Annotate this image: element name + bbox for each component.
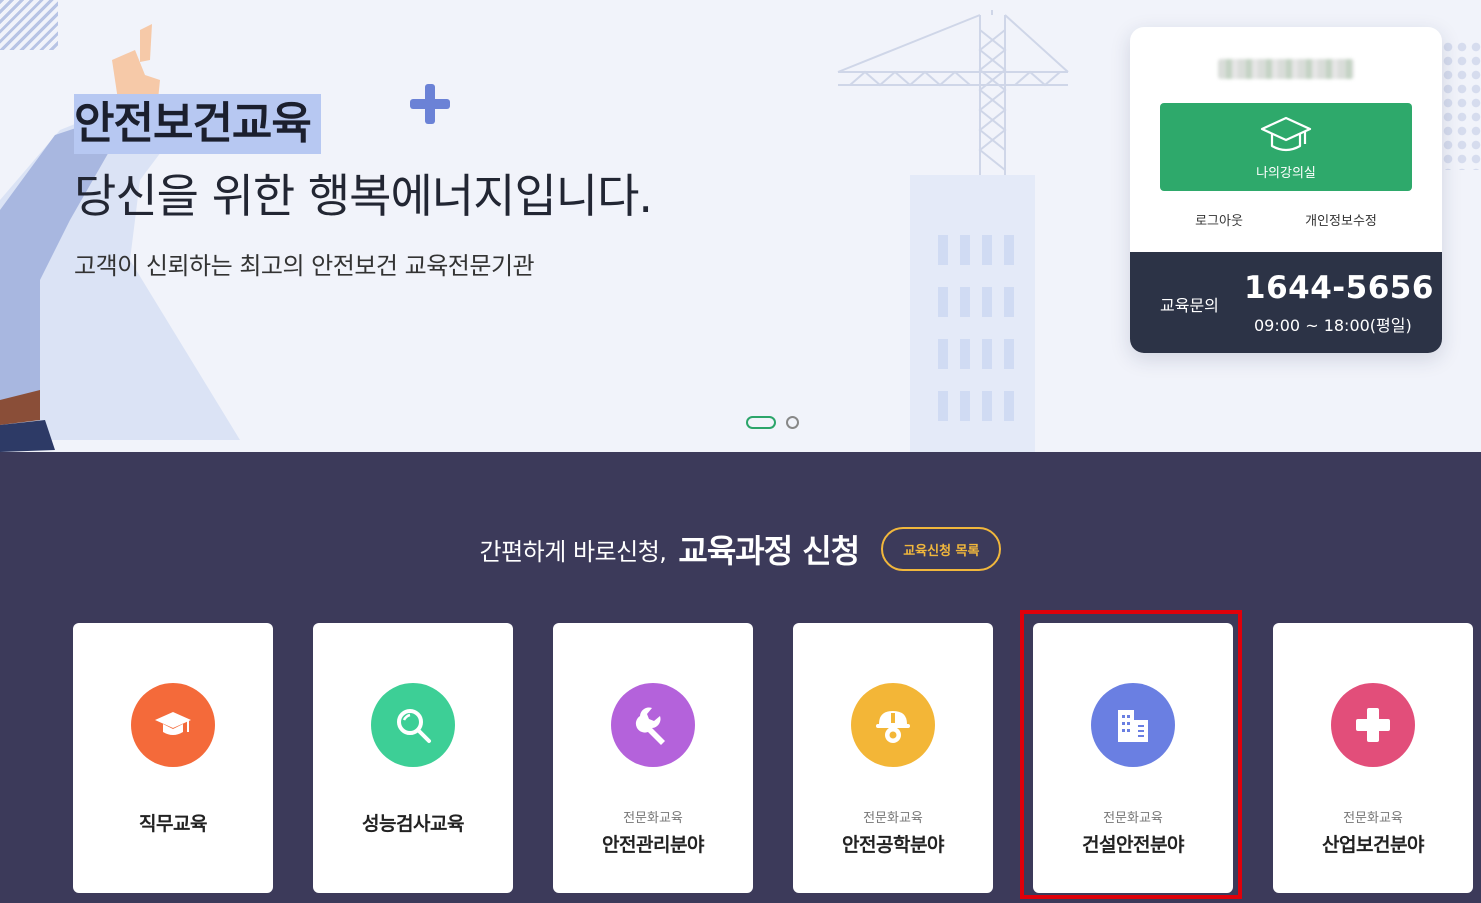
application-list-button[interactable]: 교육신청 목록 [881, 527, 1002, 571]
contact-phone: 1644-5656 [1244, 270, 1434, 306]
card-links: 로그아웃 개인정보수정 [1130, 210, 1442, 229]
course-tile-safety-engineering[interactable]: 전문화교육 안전공학분야 [793, 623, 993, 893]
contact-panel: 교육문의 1644-5656 09:00 ~ 18:00(평일) [1130, 252, 1442, 353]
tile-label: 산업보건분야 [1322, 834, 1424, 856]
graduation-cap-icon [1260, 116, 1312, 151]
contact-label: 교육문의 [1160, 296, 1219, 315]
my-classroom-button[interactable]: 나의강의실 [1160, 103, 1412, 191]
course-tile-safety-management[interactable]: 전문화교육 안전관리분야 [553, 623, 753, 893]
edit-profile-link[interactable]: 개인정보수정 [1305, 210, 1377, 229]
tile-label: 건설안전분야 [1082, 834, 1184, 856]
slider-pagination [746, 416, 799, 429]
tile-icon-circle [1091, 683, 1175, 767]
course-application-section: 간편하게 바로신청, 교육과정 신청 교육신청 목록 직무교육 성능검사교육 전… [0, 452, 1481, 903]
hero-title-highlight: 안전보건교육 [74, 94, 321, 154]
tile-icon-circle [611, 683, 695, 767]
tile-icon-circle [1331, 683, 1415, 767]
course-tile-industrial-health[interactable]: 전문화교육 산업보건분야 [1273, 623, 1473, 893]
my-classroom-label: 나의강의실 [1256, 165, 1316, 181]
tile-icon-circle [371, 683, 455, 767]
tile-icon-circle [851, 683, 935, 767]
tile-label: 성능검사교육 [362, 813, 464, 835]
tile-label: 안전관리분야 [602, 834, 704, 856]
hero-title-line2: 당신을 위한 행복에너지입니다. [74, 169, 653, 223]
user-name-blurred [1218, 59, 1354, 79]
member-card: 나의강의실 로그아웃 개인정보수정 교육문의 1644-5656 09:00 ~… [1130, 27, 1442, 353]
section-title: 교육과정 신청 [678, 532, 860, 570]
slider-dot[interactable] [786, 416, 799, 429]
course-tile-construction-safety[interactable]: 전문화교육 건설안전분야 [1033, 623, 1233, 893]
contact-hours: 09:00 ~ 18:00(평일) [1254, 316, 1412, 335]
hero-title: 안전보건교육 [74, 94, 321, 154]
slider-dot-active[interactable] [746, 416, 776, 429]
course-tile-inspection[interactable]: 성능검사교육 [313, 623, 513, 893]
tile-label: 안전공학분야 [842, 834, 944, 856]
tile-icon-circle [131, 683, 215, 767]
hardhat-gear-icon [876, 711, 910, 743]
pointing-person-illustration [0, 24, 240, 452]
course-tile-job[interactable]: 직무교육 [73, 623, 273, 893]
plus-icon [410, 84, 450, 124]
building-illustration [910, 175, 1035, 452]
dot-pattern-decoration [1441, 40, 1481, 170]
tile-category: 전문화교육 [623, 811, 683, 826]
section-header: 간편하게 바로신청, 교육과정 신청 교육신청 목록 [0, 526, 1481, 572]
tile-category: 전문화교육 [863, 811, 923, 826]
magnifier-icon [397, 709, 431, 743]
tile-category: 전문화교육 [1103, 811, 1163, 826]
tile-category: 전문화교육 [1343, 811, 1403, 826]
section-pre-title: 간편하게 바로신청, [479, 537, 667, 566]
tile-label: 직무교육 [139, 813, 207, 835]
hero-subtitle: 고객이 신뢰하는 최고의 안전보건 교육전문기관 [74, 252, 535, 280]
graduation-cap-icon [155, 712, 191, 735]
wrench-icon [635, 707, 665, 745]
logout-link[interactable]: 로그아웃 [1195, 210, 1243, 229]
medical-cross-icon [1356, 708, 1390, 742]
building-icon [1118, 710, 1148, 742]
